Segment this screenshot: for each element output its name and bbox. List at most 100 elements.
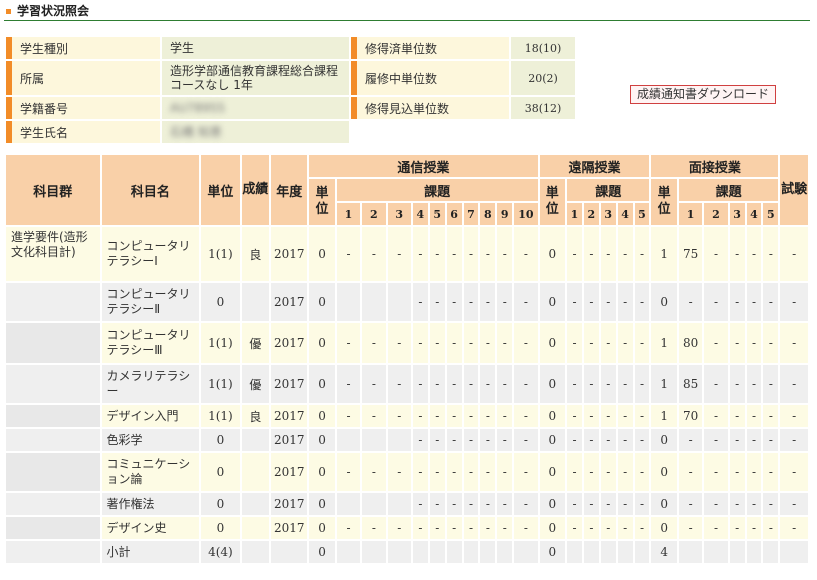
table-row: デザイン入門 1(1) 良 2017 0- - - - - - - - - -0- - - - -1 70- - - - -: [6, 405, 808, 427]
cell-subject: デザイン入門: [101, 405, 200, 427]
cell-remote-assignment: -: [617, 493, 633, 515]
cell-exam: -: [780, 405, 808, 427]
cell-school-assignment: -: [763, 323, 779, 363]
remote-unit-header: 単位: [539, 179, 566, 225]
cell-corr-assignment: [412, 541, 428, 563]
cell-remote-unit: 0: [539, 517, 566, 539]
cell-remote-assignment: -: [634, 517, 650, 539]
cell-corr-assignment: -: [412, 517, 428, 539]
cell-exam: -: [780, 283, 808, 321]
remote-header: 遠隔授業: [539, 155, 650, 177]
cell-units: 0: [201, 283, 240, 321]
cell-school-unit: 0: [651, 493, 677, 515]
cell-remote-assignment: -: [583, 323, 599, 363]
cell-remote-unit: 0: [539, 405, 566, 427]
student-type-value: 学生: [162, 37, 349, 59]
corr-assignment-num-header: 10: [514, 203, 538, 225]
cell-subject: 小計: [101, 541, 200, 563]
cell-corr-assignment: -: [336, 365, 361, 403]
cell-corr-unit: 0: [309, 227, 335, 281]
cell-corr-assignment: -: [514, 365, 538, 403]
cell-remote-assignment: -: [600, 453, 616, 491]
cell-subject: 色彩学: [101, 429, 200, 451]
cell-remote-unit: 0: [539, 493, 566, 515]
cell-school-assignment: [678, 541, 703, 563]
cell-school-assignment: -: [678, 283, 703, 321]
cell-remote-assignment: -: [634, 453, 650, 491]
department-value: 造形学部通信教育課程総合課程コースなし 1年: [162, 61, 349, 95]
remote-assignment-num-header: 3: [600, 203, 616, 225]
corr-assignment-num-header: 6: [446, 203, 462, 225]
cell-school-assignment: -: [729, 323, 745, 363]
cell-school-assignment: -: [763, 493, 779, 515]
cell-corr-unit: 0: [309, 405, 335, 427]
cell-corr-assignment: -: [480, 405, 496, 427]
cell-corr-assignment: -: [336, 227, 361, 281]
cell-corr-assignment: -: [429, 453, 445, 491]
cell-remote-unit: 0: [539, 323, 566, 363]
cell-grade: [241, 283, 270, 321]
student-info-table: 学生種別 学生 修得済単位数 18(10) 所属 造形学部通信教育課程総合課程コ…: [4, 35, 577, 145]
cell-corr-assignment: -: [336, 323, 361, 363]
cell-corr-assignment: -: [497, 493, 513, 515]
cell-corr-assignment: -: [497, 429, 513, 451]
school-assignment-num-header: 3: [729, 203, 745, 225]
cell-school-assignment: 85: [678, 365, 703, 403]
cell-group: [6, 323, 100, 363]
cell-year: 2017: [271, 405, 308, 427]
cell-grade: 良: [241, 227, 270, 281]
cell-school-assignment: -: [678, 493, 703, 515]
cell-corr-assignment: -: [463, 227, 479, 281]
cell-units: 0: [201, 517, 240, 539]
cell-corr-assignment: [446, 541, 462, 563]
cell-corr-assignment: -: [387, 453, 411, 491]
cell-corr-assignment: -: [514, 453, 538, 491]
correspondence-header: 通信授業: [309, 155, 538, 177]
corr-assignment-num-header: 9: [497, 203, 513, 225]
school-assignment-num-header: 5: [763, 203, 779, 225]
cell-corr-assignment: [362, 429, 386, 451]
cell-corr-assignment: -: [497, 227, 513, 281]
cell-remote-assignment: -: [567, 453, 582, 491]
cell-corr-assignment: -: [514, 517, 538, 539]
cell-grade: [241, 493, 270, 515]
cell-school-assignment: -: [704, 323, 728, 363]
cell-remote-assignment: -: [617, 517, 633, 539]
student-type-label: 学生種別: [6, 37, 160, 59]
cell-remote-assignment: -: [600, 323, 616, 363]
cell-group: [6, 283, 100, 321]
student-id-text: AU78955: [170, 101, 226, 115]
corr-assignment-num-header: 3: [387, 203, 411, 225]
table-row: デザイン史 0 2017 0- - - - - - - - - -0- - - - -0- - - - - -: [6, 517, 808, 539]
cell-corr-assignment: -: [497, 283, 513, 321]
cell-remote-assignment: -: [567, 283, 582, 321]
cell-remote-assignment: -: [634, 429, 650, 451]
download-report-button[interactable]: 成績通知書ダウンロード: [630, 85, 777, 104]
cell-corr-assignment: -: [387, 405, 411, 427]
cell-year: 2017: [271, 517, 308, 539]
cell-corr-unit: 0: [309, 429, 335, 451]
cell-remote-assignment: -: [583, 493, 599, 515]
cell-corr-assignment: -: [497, 323, 513, 363]
cell-group: 進学要件(造形文化科目計): [6, 227, 100, 281]
cell-corr-assignment: -: [446, 227, 462, 281]
cell-corr-assignment: -: [362, 227, 386, 281]
cell-corr-assignment: -: [446, 429, 462, 451]
cell-corr-assignment: -: [497, 453, 513, 491]
cell-units: 0: [201, 453, 240, 491]
cell-corr-assignment: -: [446, 517, 462, 539]
cell-corr-assignment: [387, 283, 411, 321]
cell-school-assignment: -: [729, 429, 745, 451]
cell-corr-assignment: -: [480, 365, 496, 403]
cell-school-assignment: -: [763, 453, 779, 491]
cell-school-assignment: -: [704, 429, 728, 451]
cell-units: 1(1): [201, 365, 240, 403]
cell-school-assignment: -: [746, 227, 762, 281]
cell-corr-assignment: -: [480, 323, 496, 363]
cell-corr-assignment: -: [514, 323, 538, 363]
cell-school-assignment: [704, 541, 728, 563]
cell-corr-assignment: -: [480, 493, 496, 515]
cell-grade: 優: [241, 323, 270, 363]
cell-corr-assignment: -: [497, 517, 513, 539]
cell-remote-assignment: -: [567, 227, 582, 281]
